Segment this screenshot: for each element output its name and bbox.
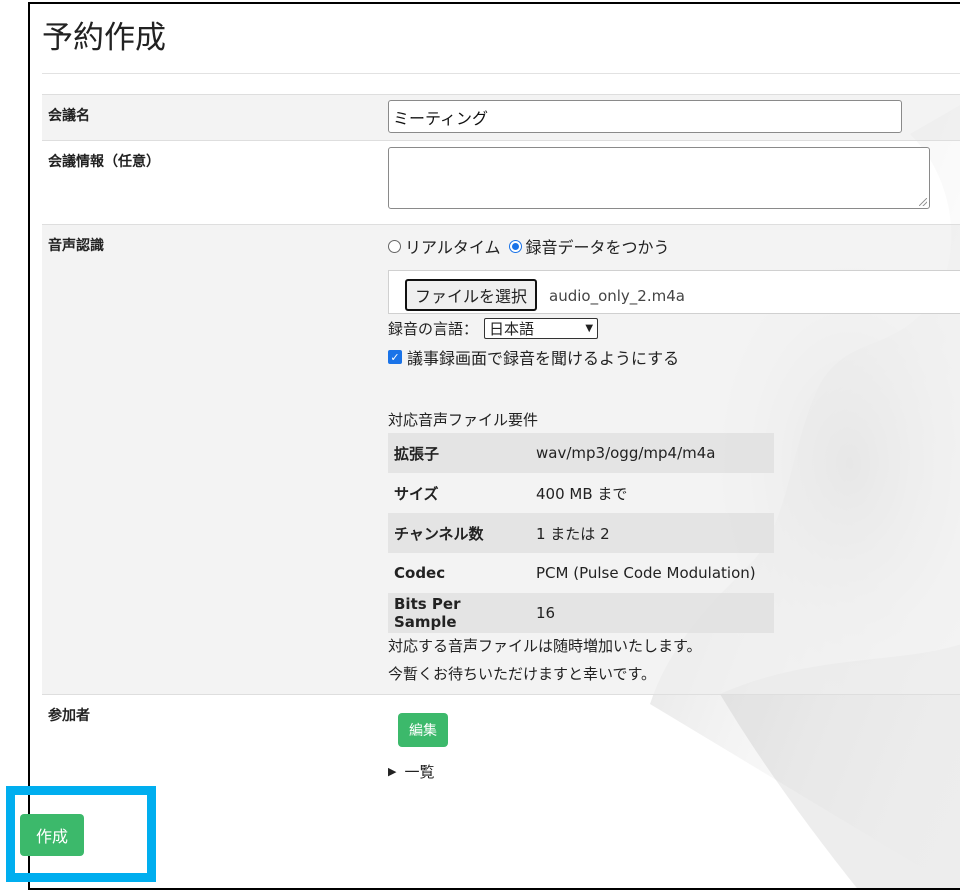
- meeting-name-label: 会議名: [48, 108, 90, 124]
- speech-recognition-label: 音声認識: [48, 238, 104, 254]
- choose-file-button[interactable]: ファイルを選択: [405, 279, 538, 311]
- participants-row: 参加者 編集 ▶ 一覧: [42, 694, 960, 794]
- file-picker: ファイルを選択 audio_only_2.m4a: [388, 270, 960, 314]
- table-row: チャンネル数 1 または 2: [388, 513, 774, 553]
- create-button[interactable]: 作成: [20, 814, 84, 856]
- speech-mode-radio-group: リアルタイム 録音データをつかう: [388, 234, 670, 258]
- req-value: PCM (Pulse Code Modulation): [536, 564, 756, 582]
- table-row: Codec PCM (Pulse Code Modulation): [388, 553, 774, 593]
- meeting-name-input[interactable]: ミーティング: [388, 100, 902, 133]
- radio-realtime[interactable]: [388, 239, 401, 253]
- speech-recognition-row: 音声認識 リアルタイム 録音データをつかう ファイルを選択 audio_only…: [42, 224, 960, 694]
- requirements-note-2: 今暫くお待ちいただけますと幸いです。: [388, 665, 657, 683]
- playback-option: ✓ 議事録画面で録音を聞けるようにする: [388, 345, 679, 369]
- page-title: 予約作成: [42, 20, 166, 56]
- title-divider: [42, 73, 960, 74]
- req-key: Codec: [394, 564, 446, 582]
- requirements-note-1: 対応する音声ファイルは随時増加いたします。: [388, 637, 702, 655]
- playback-checkbox-label[interactable]: 議事録画面で録音を聞けるようにする: [407, 345, 679, 369]
- table-row: Bits Per Sample 16: [388, 593, 774, 633]
- language-line: 録音の言語： 日本語 ▼: [388, 318, 599, 339]
- req-key: Bits Per Sample: [388, 593, 530, 633]
- req-value: 400 MB まで: [536, 484, 628, 503]
- resize-grip-icon[interactable]: [919, 198, 927, 206]
- chevron-down-icon: ▼: [585, 323, 594, 334]
- requirements-table: 拡張子 wav/mp3/ogg/mp4/m4a サイズ 400 MB まで チャ…: [388, 433, 774, 633]
- req-value: 16: [530, 593, 774, 633]
- req-value: wav/mp3/ogg/mp4/m4a: [530, 433, 774, 473]
- triangle-right-icon: ▶: [388, 765, 397, 778]
- radio-realtime-label[interactable]: リアルタイム: [405, 234, 501, 258]
- meeting-info-label: 会議情報（任意）: [48, 154, 160, 170]
- language-select[interactable]: 日本語 ▼: [484, 318, 599, 339]
- radio-recording[interactable]: [508, 239, 522, 253]
- participants-label: 参加者: [48, 708, 90, 724]
- req-key: チャンネル数: [388, 513, 530, 553]
- meeting-info-row: 会議情報（任意）: [42, 140, 960, 224]
- form-frame: 予約作成 会議名 ミーティング 会議情報（任意） 音声認識 リアルタイム 録音デ…: [28, 2, 960, 890]
- meeting-name-row: 会議名 ミーティング: [42, 94, 960, 140]
- table-row: 拡張子 wav/mp3/ogg/mp4/m4a: [388, 433, 774, 473]
- radio-recording-label[interactable]: 録音データをつかう: [526, 234, 670, 258]
- table-row: サイズ 400 MB まで: [388, 473, 774, 513]
- playback-checkbox[interactable]: ✓: [388, 350, 402, 364]
- meeting-info-textarea[interactable]: [388, 147, 930, 209]
- language-select-value: 日本語: [489, 320, 535, 338]
- participants-list-toggle[interactable]: ▶ 一覧: [388, 761, 434, 782]
- participants-list-label[interactable]: 一覧: [404, 761, 434, 782]
- language-label: 録音の言語：: [388, 320, 479, 338]
- edit-participants-button[interactable]: 編集: [398, 713, 448, 747]
- selected-file-name: audio_only_2.m4a: [549, 287, 685, 305]
- requirements-title: 対応音声ファイル要件: [388, 411, 539, 429]
- req-value: 1 または 2: [530, 513, 774, 553]
- req-key: サイズ: [394, 484, 439, 503]
- req-key: 拡張子: [388, 433, 530, 473]
